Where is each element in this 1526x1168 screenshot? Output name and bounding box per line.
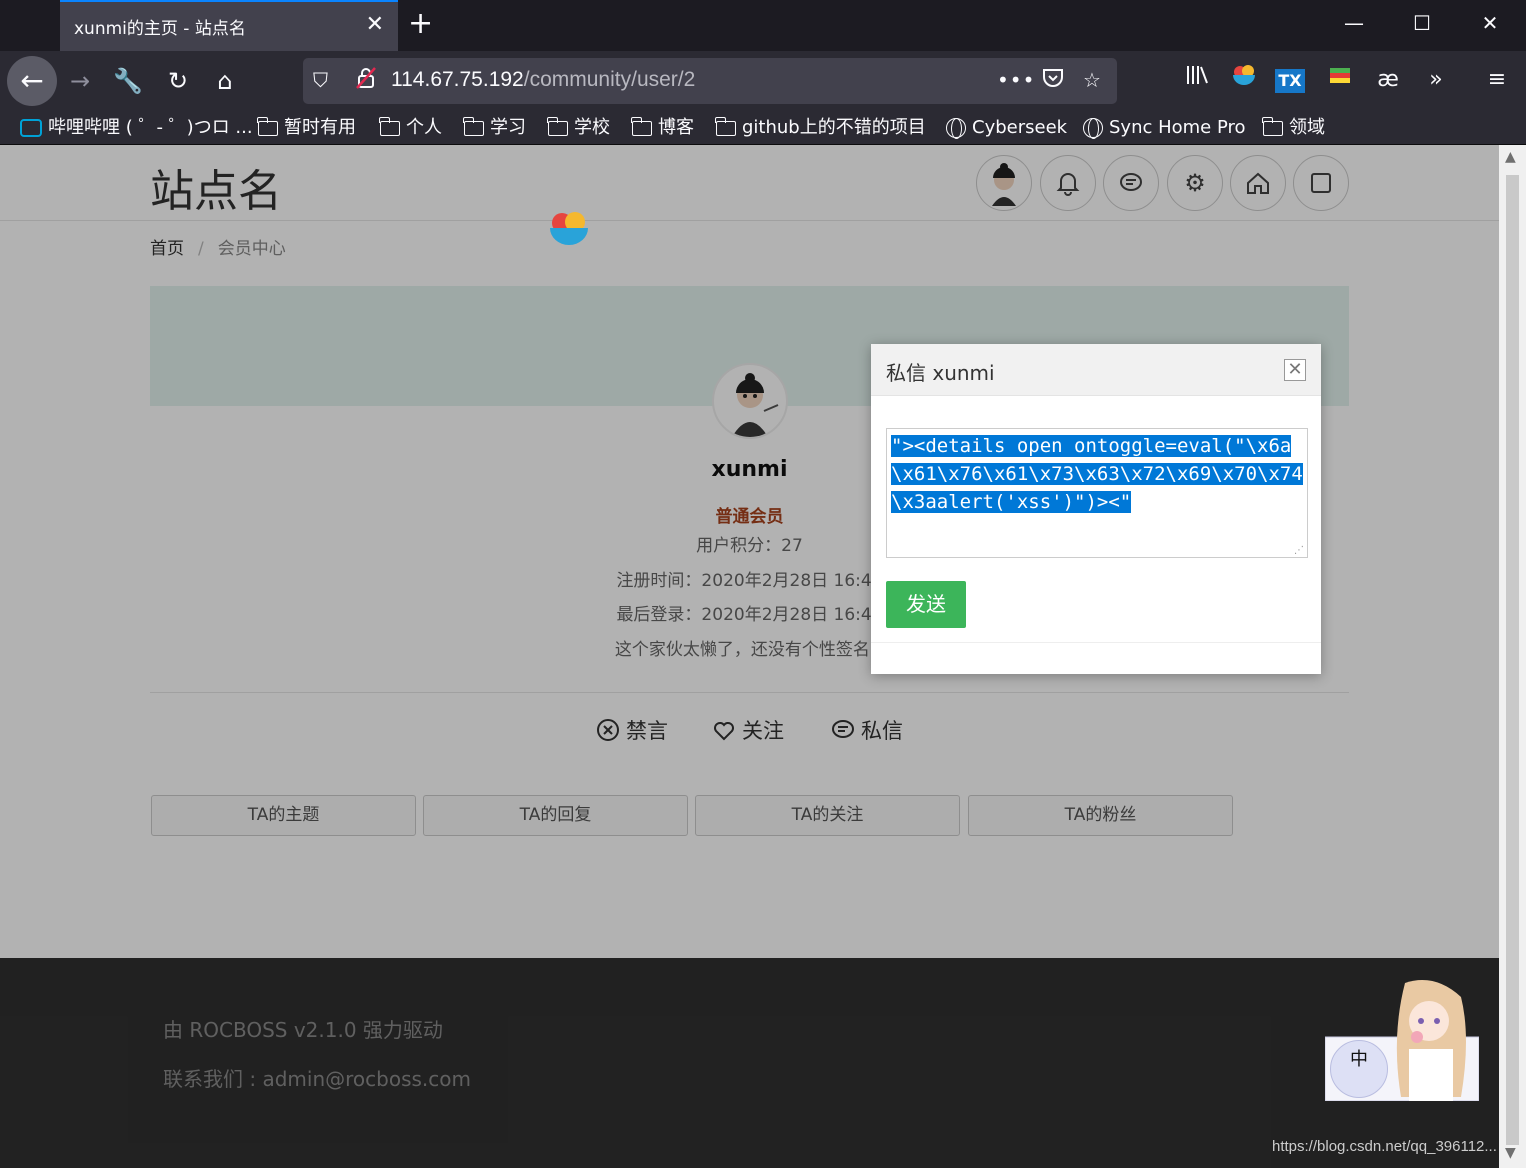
library-icon[interactable] [1180,63,1214,98]
folder-icon [379,116,400,136]
shield-icon[interactable]: ⛉ [313,66,328,94]
ae-extension-icon[interactable]: æ [1371,63,1405,97]
dialog-header: 私信 xunmi ✕ [871,344,1321,396]
tab-close-icon[interactable]: ✕ [366,12,384,38]
navigation-toolbar: ← → 🔧 ↻ ⌂ ⛉ 114.67.75.192/community/user… [0,51,1526,111]
insecure-lock-icon[interactable] [355,66,377,97]
menu-hamburger-icon[interactable]: ≡ [1480,63,1514,97]
folder-icon [547,116,568,136]
bookmark-folder-temp[interactable]: 暂时有用 [257,115,356,141]
bookmark-bilibili[interactable]: 哔哩哔哩 ( ゜- ゜)つロ ... [20,115,253,141]
bookmark-folder-domain[interactable]: 领域 [1262,115,1325,141]
bookmark-folder-study[interactable]: 学习 [463,115,526,141]
folder-icon [257,116,278,136]
flag-extension-icon[interactable] [1323,63,1357,98]
scroll-up-icon[interactable]: ▲ [1505,149,1516,165]
page-actions-icon[interactable]: ••• [997,66,1035,94]
scroll-down-icon[interactable]: ▼ [1505,1145,1516,1161]
bookmark-sync-home-pro[interactable]: Sync Home Pro [1083,115,1246,141]
bookmark-folder-school[interactable]: 学校 [547,115,610,141]
url-text[interactable]: 114.67.75.192/community/user/2 [391,68,695,92]
private-message-dialog: 私信 xunmi ✕ "><details open ontoggle=eval… [871,344,1321,674]
fruit-bowl-icon [550,212,588,245]
bookmarks-toolbar: 哔哩哔哩 ( ゜- ゜)つロ ... 暂时有用 个人 学习 学校 博客 gith… [0,111,1526,145]
dialog-close-icon[interactable]: ✕ [1284,359,1306,381]
home-button[interactable]: ⌂ [207,63,243,99]
url-bar[interactable]: ⛉ 114.67.75.192/community/user/2 ••• ☆ [303,58,1117,104]
maximize-icon[interactable]: ☐ [1402,8,1442,38]
bookmark-folder-github[interactable]: github上的不错的项目 [715,115,926,141]
ime-indicator[interactable]: 中 [1330,1040,1388,1098]
send-button[interactable]: 发送 [886,581,966,628]
reload-button[interactable]: ↻ [160,63,196,99]
back-button[interactable]: ← [7,56,57,106]
globe-icon [1083,118,1103,139]
minimize-icon[interactable]: — [1334,8,1374,38]
bookmark-folder-personal[interactable]: 个人 [379,115,442,141]
pocket-icon[interactable] [1041,66,1065,97]
window-close-icon[interactable]: ✕ [1470,8,1510,38]
overflow-chevron-icon[interactable]: » [1419,63,1453,97]
message-textarea[interactable]: "><details open ontoggle=eval("\x6a\x61\… [886,428,1308,558]
scrollbar-thumb[interactable] [1506,175,1519,1145]
dialog-footer-divider [871,642,1321,643]
folder-icon [631,116,652,136]
dialog-title: 私信 xunmi [886,361,995,385]
folder-icon [1262,116,1283,136]
bookmark-cyberseek[interactable]: Cyberseek [946,115,1067,141]
tab-strip: xunmi的主页 - 站点名 ✕ + — ☐ ✕ [0,0,1526,51]
vertical-scrollbar[interactable]: ▲ ▼ [1499,145,1526,1168]
forward-button[interactable]: → [62,63,98,99]
bilibili-icon [20,119,42,137]
selected-message-text: "><details open ontoggle=eval("\x6a\x61\… [891,435,1303,513]
bookmark-folder-blog[interactable]: 博客 [631,115,694,141]
fruit-bowl-extension-icon[interactable] [1227,63,1261,100]
folder-icon [715,116,736,136]
resize-handle-icon[interactable]: ⋰ [1294,545,1304,556]
bookmark-star-icon[interactable]: ☆ [1083,66,1101,94]
active-tab[interactable]: xunmi的主页 - 站点名 ✕ [60,0,398,51]
folder-icon [463,116,484,136]
csdn-watermark: https://blog.csdn.net/qq_396112... [1272,1138,1497,1155]
tx-extension-icon[interactable]: TX [1275,69,1305,93]
tab-title: xunmi的主页 - 站点名 [74,19,246,39]
web-page: 站点名 ⚙ 首页 / 会员中心 xunmi 普通会员 用户积分：27 注册时间：20… [0,145,1499,1168]
new-tab-button[interactable]: + [408,4,433,44]
wrench-icon[interactable]: 🔧 [110,63,146,99]
globe-icon [946,118,966,139]
footer-backdrop [0,958,1499,1168]
